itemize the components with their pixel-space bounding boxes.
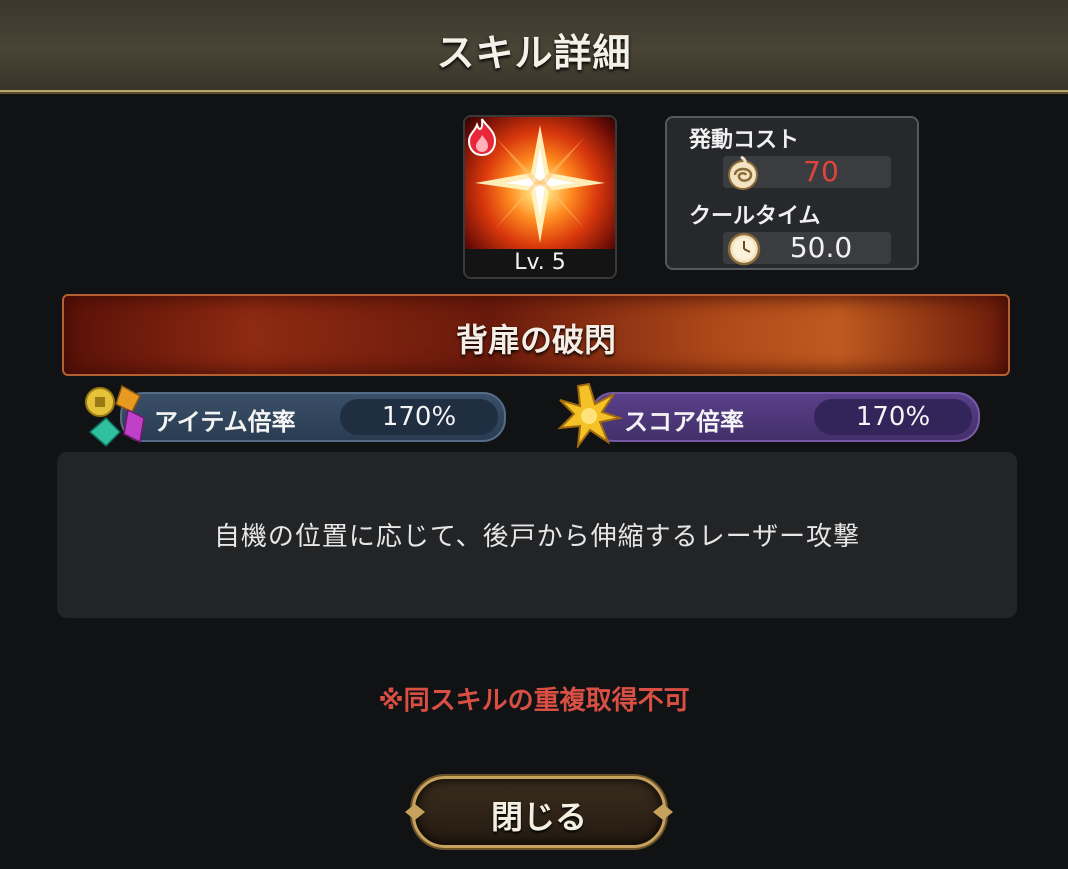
gems-icon — [85, 384, 145, 448]
header-bar: スキル詳細 — [0, 0, 1068, 92]
skill-description: 自機の位置に応じて、後戸から伸縮するレーザー攻撃 — [213, 522, 861, 552]
cooldown-row: 50.0 — [723, 231, 891, 266]
activation-cost-value: 70 — [803, 155, 839, 188]
cooldown-label: クールタイム — [689, 204, 821, 229]
close-button[interactable]: 閉じる — [405, 776, 673, 848]
skill-name: 背扉の破閃 — [455, 321, 616, 359]
activation-cost-label: 発動コスト — [689, 128, 800, 153]
skill-description-box: 自機の位置に応じて、後戸から伸縮するレーザー攻撃 — [57, 452, 1017, 618]
star-burst-icon — [557, 382, 622, 448]
score-multiplier-pill: スコア倍率 170% — [590, 392, 980, 442]
cost-panel: 発動コスト 70 クールタイム 50.0 — [665, 116, 919, 270]
skill-icon-card: Lv. 5 — [463, 115, 617, 279]
score-multiplier-label: スコア倍率 — [624, 408, 744, 436]
skill-burst-icon — [465, 117, 615, 249]
item-multiplier-value: 170% — [340, 399, 498, 435]
score-multiplier-value: 170% — [814, 399, 972, 435]
skill-level: Lv. 5 — [465, 249, 615, 277]
close-button-label: 閉じる — [490, 798, 587, 836]
activation-cost-row: 70 — [723, 155, 891, 190]
ornament-right-icon — [653, 804, 673, 820]
cooldown-value: 50.0 — [789, 231, 853, 264]
duplicate-note: ※同スキルの重複取得不可 — [378, 686, 690, 716]
fire-icon — [467, 118, 497, 157]
item-multiplier-pill: アイテム倍率 170% — [120, 392, 506, 442]
skill-name-bar: 背扉の破閃 — [62, 294, 1010, 376]
page-title: スキル詳細 — [436, 31, 632, 75]
item-multiplier-label: アイテム倍率 — [154, 408, 296, 436]
